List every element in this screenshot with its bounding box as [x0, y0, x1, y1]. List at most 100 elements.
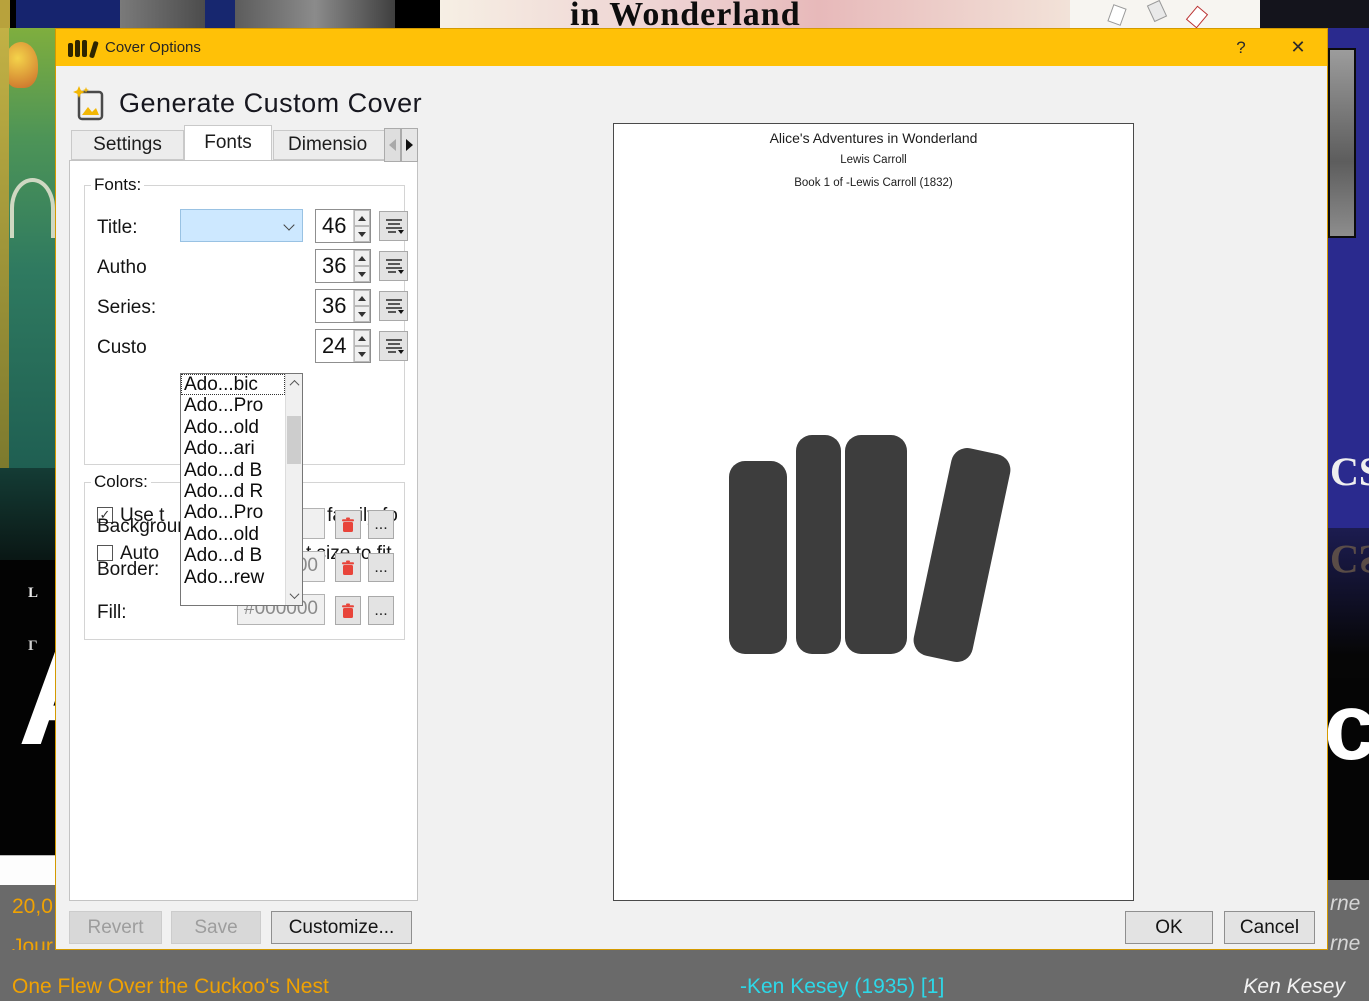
left-tiny-letter-1: L [28, 585, 39, 601]
fill-clear-button[interactable] [335, 596, 361, 625]
right-classics-reflection: CS [1330, 537, 1369, 582]
tab-dimensions[interactable]: Dimensio [273, 130, 401, 160]
series-size-spinner[interactable]: 36 [315, 289, 371, 323]
tab-settings[interactable]: Settings [71, 130, 184, 160]
dropdown-item[interactable]: Ado...rew [181, 567, 285, 588]
right-dark: c [1324, 674, 1369, 880]
custom-align-button[interactable] [379, 331, 408, 361]
border-pick-button[interactable]: ... [368, 553, 394, 582]
background-pick-button[interactable]: ... [368, 510, 394, 539]
author-size-spinner[interactable]: 36 [315, 249, 371, 283]
spin-up-button[interactable] [354, 290, 370, 306]
scroll-up-button[interactable] [286, 374, 302, 393]
arrow-left-icon [389, 139, 396, 151]
preview-series: Book 1 of -Lewis Carroll (1832) [794, 177, 953, 189]
book-row-title: One Flew Over the Cuckoo's Nest [12, 975, 329, 998]
save-button[interactable]: Save [171, 911, 261, 944]
fill-pick-button[interactable]: ... [368, 596, 394, 625]
custom-size-spinner[interactable]: 24 [315, 329, 371, 363]
spin-down-button[interactable] [354, 266, 370, 282]
cover-photo-2 [235, 0, 395, 28]
scrollbar-thumb[interactable] [287, 416, 301, 464]
scroll-down-button[interactable] [286, 586, 302, 605]
calibre-books-logo [727, 434, 1023, 696]
cover-alice: in Wonderland [440, 0, 1070, 28]
cover-spine-olive [0, 0, 10, 28]
custom-font-label: Custo [97, 337, 147, 358]
dropdown-item[interactable]: Ado...d B [181, 460, 285, 481]
customize-button[interactable]: Customize... [271, 911, 412, 944]
revert-button[interactable]: Revert [69, 911, 162, 944]
right-reflection: CS [1328, 528, 1369, 678]
spin-up-button[interactable] [354, 210, 370, 226]
tab-scroll-left-button[interactable] [384, 128, 401, 162]
border-clear-button[interactable] [335, 553, 361, 582]
save-button-label: Save [194, 916, 238, 938]
right-cover-classics: CS [1328, 28, 1369, 528]
book-row-author: Ken Kesey [1243, 975, 1345, 998]
series-align-button[interactable] [379, 291, 408, 321]
author-align-button[interactable] [379, 251, 408, 281]
border-color-label: Border: [97, 559, 160, 580]
cancel-button-label: Cancel [1239, 916, 1300, 938]
fonts-tab-panel: Fonts: Title: Autho Series: Custo 46 36 … [69, 160, 418, 901]
cover-photo-1 [120, 0, 205, 28]
cover-options-dialog: Cover Options ? ✕ Generate Custom Cover … [55, 28, 1328, 950]
generate-cover-icon [73, 86, 104, 121]
page-title: Generate Custom Cover [119, 87, 423, 118]
dropdown-scrollbar[interactable] [285, 374, 302, 605]
close-button[interactable]: ✕ [1278, 29, 1318, 66]
tab-fonts[interactable]: Fonts [184, 125, 272, 160]
title-font-label: Title: [97, 217, 138, 238]
dropdown-item[interactable]: Ado...d B [181, 545, 285, 566]
title-size-spinner[interactable]: 46 [315, 209, 371, 243]
right-row-fragment-1: rne [1330, 892, 1361, 915]
help-button[interactable]: ? [1221, 29, 1261, 66]
cover-cards [1070, 0, 1260, 29]
background-clear-button[interactable] [335, 510, 361, 539]
left-white-sliver [0, 855, 55, 885]
book-list-row[interactable]: One Flew Over the Cuckoo's Nest -Ken Kes… [0, 972, 1369, 1001]
ok-button[interactable]: OK [1125, 911, 1213, 944]
calibre-logo-icon [68, 39, 99, 58]
dropdown-item[interactable]: Ado...old [181, 524, 285, 545]
left-row-fragment-1: 20,0 [12, 895, 53, 918]
align-center-icon [385, 219, 404, 234]
align-center-icon [385, 259, 404, 274]
title-align-button[interactable] [379, 211, 408, 241]
align-center-icon [385, 299, 404, 314]
dropdown-item[interactable]: Ado...old [181, 417, 285, 438]
trash-icon [342, 603, 354, 618]
dropdown-item[interactable]: Ado...bic [181, 374, 285, 396]
font-family-dropdown-list[interactable]: Ado...bic Ado...Pro Ado...old Ado...ari … [180, 373, 303, 606]
title-size-value[interactable]: 46 [316, 210, 353, 242]
tab-scroll-right-button[interactable] [401, 128, 418, 162]
right-big-letter: c [1324, 674, 1369, 780]
tab-dimensions-label: Dimensio [288, 134, 368, 155]
author-size-value[interactable]: 36 [316, 250, 353, 282]
dropdown-item[interactable]: Ado...Pro [181, 395, 285, 416]
spin-down-button[interactable] [354, 226, 370, 242]
arrow-right-icon [406, 139, 413, 151]
dialog-titlebar[interactable]: Cover Options [56, 29, 1327, 66]
spin-up-button[interactable] [354, 330, 370, 346]
title-font-combobox[interactable] [180, 209, 303, 242]
customize-button-label: Customize... [288, 916, 395, 938]
dropdown-item[interactable]: Ado...d R [181, 481, 285, 502]
dropdown-item[interactable]: Ado...Pro [181, 502, 285, 523]
fonts-group-label: Fonts: [91, 175, 145, 195]
series-size-value[interactable]: 36 [316, 290, 353, 322]
alice-cover-title: in Wonderland [570, 0, 801, 28]
colors-group-label: Colors: [91, 472, 151, 492]
cancel-button[interactable]: Cancel [1224, 911, 1315, 944]
preview-title: Alice's Adventures in Wonderland [769, 130, 978, 146]
spin-down-button[interactable] [354, 346, 370, 362]
dropdown-item[interactable]: Ado...ari [181, 438, 285, 459]
left-dark: L Γ A [0, 560, 116, 855]
custom-size-value[interactable]: 24 [316, 330, 353, 362]
spin-down-button[interactable] [354, 306, 370, 322]
spin-up-button[interactable] [354, 250, 370, 266]
preview-author: Lewis Carroll [840, 154, 907, 166]
right-classics-text: CS [1330, 449, 1369, 494]
cover-dark-right [1260, 0, 1369, 28]
